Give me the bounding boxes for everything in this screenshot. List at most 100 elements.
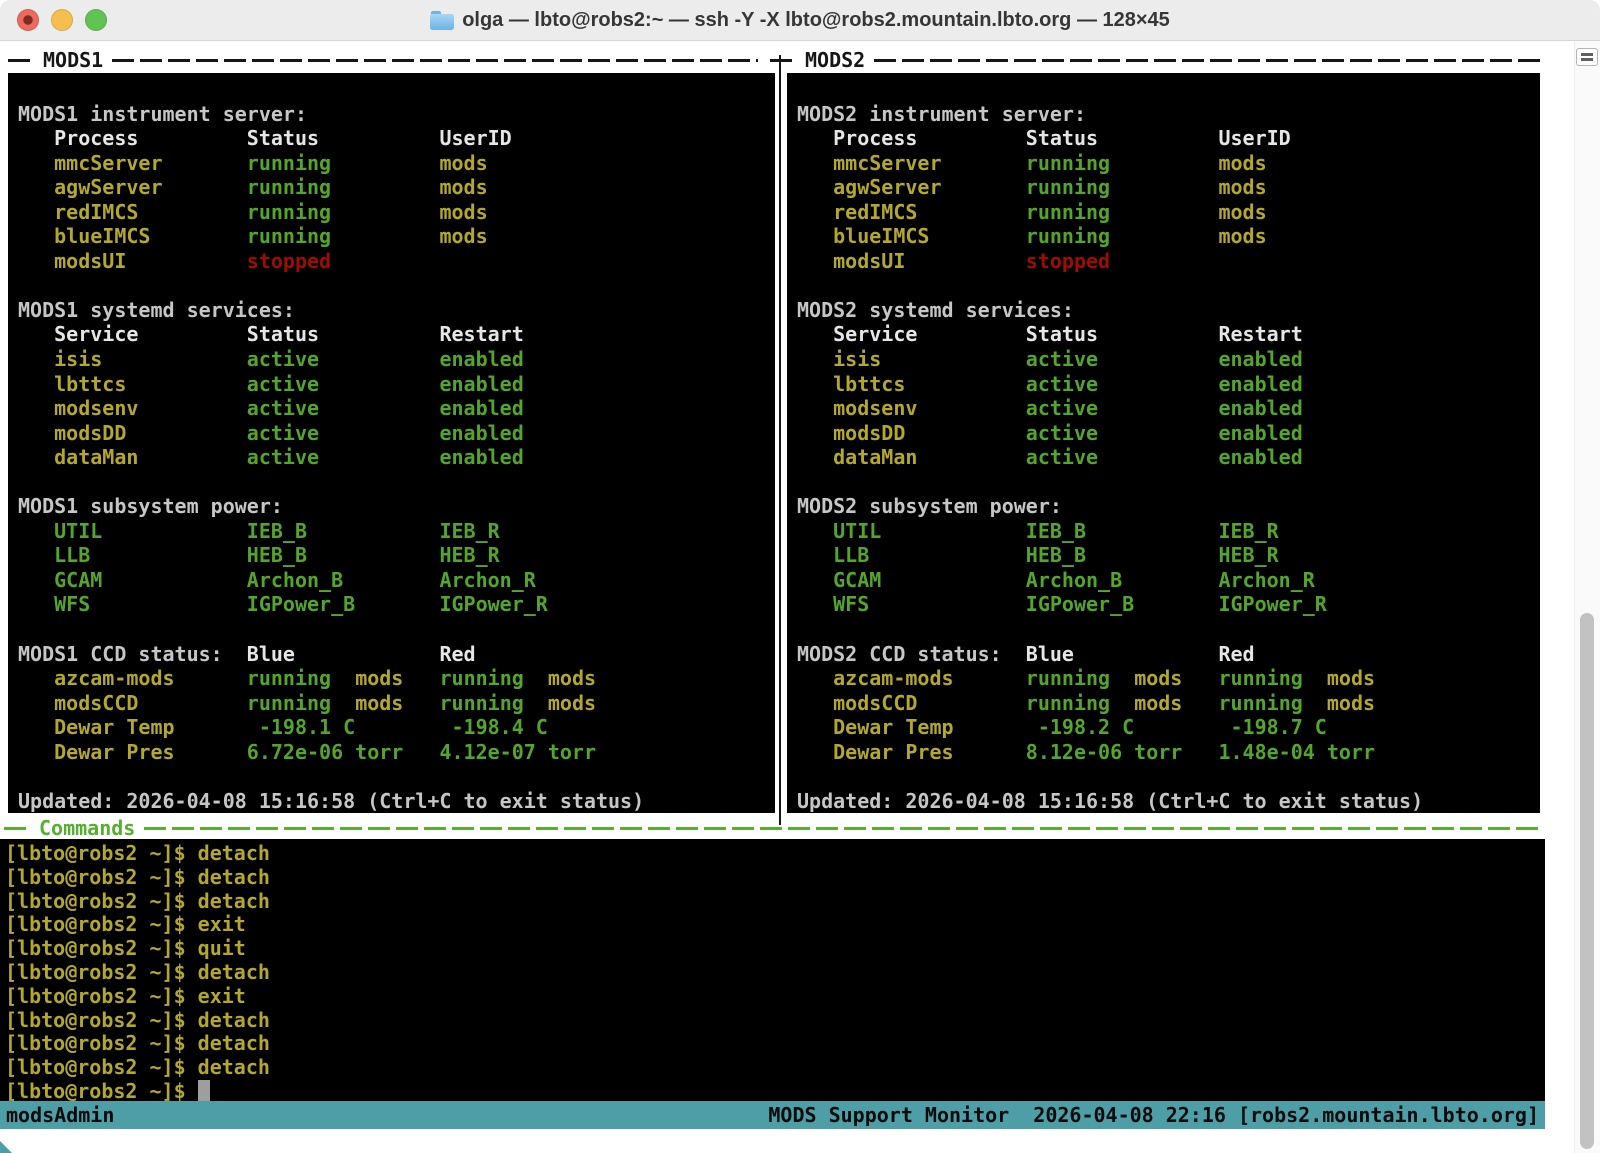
- terminal-line: Updated: 2026-04-08 15:16:58 (Ctrl+C to …: [797, 789, 1540, 813]
- terminal-text-segment: HEB_R: [439, 543, 499, 567]
- terminal-text-segment: mods: [1218, 175, 1266, 199]
- close-button[interactable]: [17, 9, 39, 31]
- terminal-text-segment: Dewar Temp: [54, 715, 174, 739]
- terminal-text-segment: [917, 691, 1025, 715]
- split-pane-button[interactable]: [1576, 48, 1598, 66]
- terminal-text-segment: MODS2 systemd services:: [797, 298, 1074, 322]
- terminal-text-segment: [1002, 642, 1026, 666]
- terminal-text-segment: [102, 519, 247, 543]
- terminal-text-segment: mmcServer: [833, 151, 941, 175]
- terminal-line: Service Status Restart: [18, 322, 775, 347]
- terminal-line: MODS1 instrument server:: [18, 102, 775, 127]
- terminal-line: MODS2 systemd services:: [797, 298, 1540, 323]
- terminal-text-segment: [869, 543, 1026, 567]
- terminal-text-segment: WFS: [833, 592, 869, 616]
- terminal-text-segment: Archon_R: [1218, 568, 1314, 592]
- pane-label-mods1: MODS1: [43, 48, 103, 72]
- terminal-window: olga — lbto@robs2:~ — ssh -Y -X lbto@rob…: [0, 0, 1600, 1153]
- terminal-line: [797, 764, 1540, 789]
- terminal-text-segment: IGPower_R: [439, 592, 547, 616]
- terminal-pane-mods2[interactable]: MODS2 instrument server: Process Status …: [787, 73, 1540, 813]
- pane-header-mods2: MODS2: [770, 49, 1540, 71]
- terminal-text-segment: running: [1026, 666, 1110, 690]
- terminal-line: modsenv active enabled: [18, 396, 775, 421]
- terminal-text-segment: [18, 126, 54, 150]
- terminal-text-segment: mods: [548, 691, 596, 715]
- terminal-text-segment: mods: [1134, 691, 1182, 715]
- terminal-line: [18, 77, 775, 102]
- terminal-text-segment: running: [247, 666, 331, 690]
- terminal-text-segment: redIMCS: [54, 200, 138, 224]
- zoom-button[interactable]: [85, 9, 107, 31]
- terminal-text-segment: [524, 666, 548, 690]
- terminal-text-segment: lbttcs: [833, 372, 905, 396]
- terminal-text-segment: [126, 421, 246, 445]
- terminal-text-segment: mods: [1218, 200, 1266, 224]
- terminal-text-segment: [954, 740, 1026, 764]
- terminal-text-segment: Red: [439, 642, 475, 666]
- terminal-pane-mods1[interactable]: MODS1 instrument server: Process Status …: [8, 73, 775, 813]
- terminal-text-segment: [1182, 666, 1218, 690]
- terminal-line: modsDD active enabled: [18, 421, 775, 446]
- terminal-text-segment: running: [1026, 151, 1110, 175]
- scrollbar-thumb[interactable]: [1580, 613, 1594, 1149]
- terminal-text-segment: active: [1026, 372, 1098, 396]
- terminal-text-segment: [797, 396, 833, 420]
- terminal-text-segment: [797, 175, 833, 199]
- terminal-text-segment: [18, 396, 54, 420]
- terminal-text-segment: [1110, 175, 1218, 199]
- terminal-text-segment: Restart: [439, 322, 523, 346]
- terminal-content: MODS1 MODS2 MODS1 instrument server: Pro…: [0, 41, 1600, 1153]
- terminal-text-segment: running: [1026, 175, 1110, 199]
- terminal-text-segment: [lbto@robs2 ~]$ quit: [5, 936, 246, 960]
- terminal-text-segment: active: [1026, 347, 1098, 371]
- terminal-text-segment: [lbto@robs2 ~]$ exit: [5, 912, 246, 936]
- split-pane-icon: [1581, 58, 1593, 61]
- terminal-text-segment: mods: [1218, 151, 1266, 175]
- terminal-text-segment: 4.12e-07 torr: [439, 740, 596, 764]
- terminal-text-segment: [1182, 691, 1218, 715]
- terminal-text-segment: [331, 224, 439, 248]
- status-bar: modsAdmin MODS Support Monitor 2026-04-0…: [0, 1101, 1545, 1129]
- terminal-text-segment: [797, 200, 833, 224]
- terminal-text-segment: [295, 642, 440, 666]
- terminal-text-segment: [1110, 691, 1134, 715]
- terminal-text-segment: enabled: [1218, 421, 1302, 445]
- terminal-text-segment: [942, 175, 1026, 199]
- terminal-text-segment: [18, 543, 54, 567]
- terminal-text-segment: [307, 519, 439, 543]
- terminal-text-segment: UTIL: [54, 519, 102, 543]
- terminal-text-segment: Blue: [247, 642, 295, 666]
- terminal-text-segment: enabled: [439, 421, 523, 445]
- pane-label-mods2: MODS2: [805, 48, 865, 72]
- dash-line: [112, 59, 758, 62]
- terminal-text-segment: GCAM: [54, 568, 102, 592]
- terminal-text-segment: [797, 347, 833, 371]
- terminal-text-segment: [1098, 347, 1218, 371]
- terminal-text-segment: Service: [833, 322, 917, 346]
- terminal-line: Dewar Temp -198.2 C -198.7 C: [797, 715, 1540, 740]
- terminal-text-segment: [lbto@robs2 ~]$ detach: [5, 960, 270, 984]
- terminal-text-segment: active: [1026, 396, 1098, 420]
- terminal-text-segment: enabled: [1218, 372, 1302, 396]
- dash-line: [8, 59, 34, 62]
- terminal-pane-commands[interactable]: [lbto@robs2 ~]$ detach [lbto@robs2 ~]$ de…: [0, 839, 1545, 1101]
- terminal-text-segment: running: [247, 175, 331, 199]
- terminal-text-segment: running: [1026, 200, 1110, 224]
- terminal-line: Process Status UserID: [18, 126, 775, 151]
- terminal-text-segment: [90, 543, 247, 567]
- status-session-name: modsAdmin: [6, 1103, 114, 1127]
- minimize-button[interactable]: [51, 9, 73, 31]
- terminal-text-segment: active: [247, 421, 319, 445]
- terminal-line: isis active enabled: [797, 347, 1540, 372]
- terminal-line: [18, 617, 775, 642]
- terminal-text-segment: Dewar Pres: [54, 740, 174, 764]
- terminal-text-segment: [797, 445, 833, 469]
- window-title: olga — lbto@robs2:~ — ssh -Y -X lbto@rob…: [462, 9, 1170, 32]
- terminal-text-segment: [lbto@robs2 ~]$ detach: [5, 1031, 270, 1055]
- titlebar[interactable]: olga — lbto@robs2:~ — ssh -Y -X lbto@rob…: [0, 0, 1600, 41]
- terminal-text-segment: 8.12e-06 torr: [1026, 740, 1183, 764]
- terminal-text-segment: LLB: [833, 543, 869, 567]
- terminal-line: [797, 77, 1540, 102]
- terminal-line: Updated: 2026-04-08 15:16:58 (Ctrl+C to …: [18, 789, 775, 813]
